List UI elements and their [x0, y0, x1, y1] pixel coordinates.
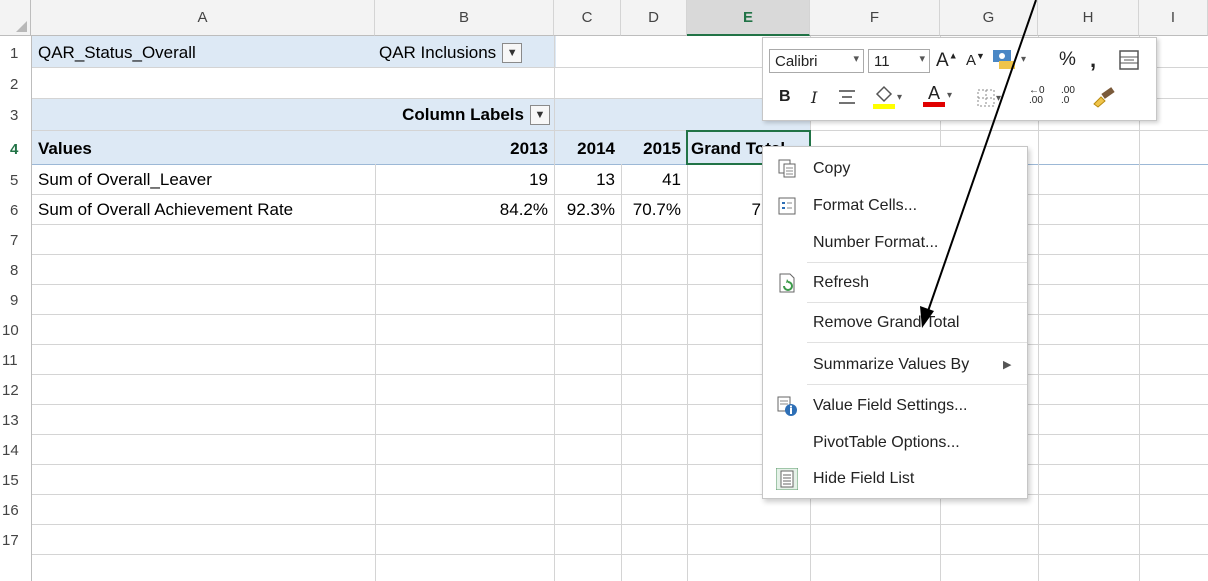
- annotation-arrow-head: [920, 306, 934, 328]
- annotation-arrow: [920, 0, 1037, 328]
- annotation-arrow-line: [926, 0, 1037, 315]
